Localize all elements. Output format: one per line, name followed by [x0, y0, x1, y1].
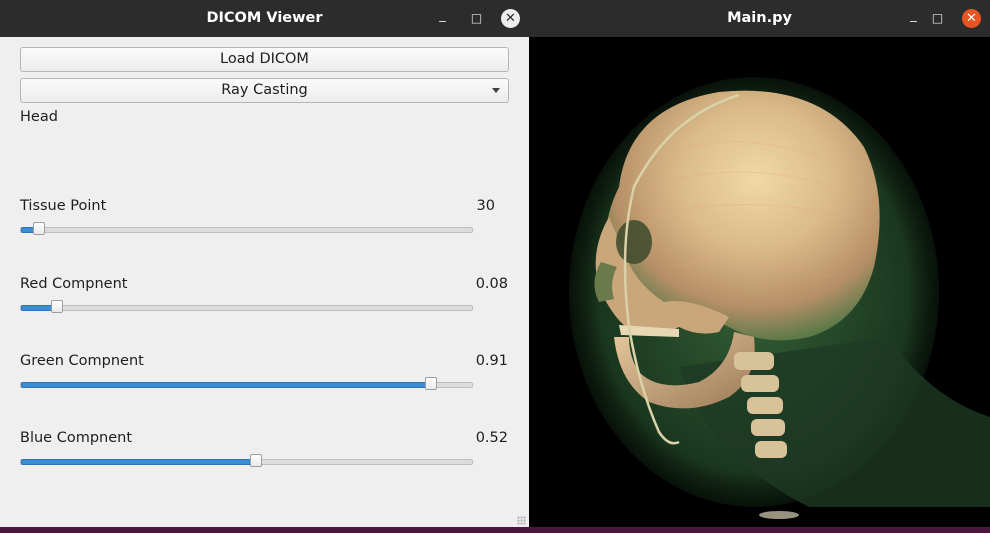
slider-fill — [21, 382, 434, 388]
red-component-slider[interactable] — [20, 300, 473, 313]
chevron-down-icon — [492, 88, 500, 93]
tissue-point-label: Tissue Point — [20, 198, 107, 214]
slider-handle[interactable] — [33, 222, 46, 235]
titlebar[interactable]: Main.py _ □ ✕ — [529, 0, 990, 37]
titlebar[interactable]: DICOM Viewer _ □ ✕ — [0, 0, 529, 37]
slider-fill — [21, 459, 258, 465]
blue-component-label: Blue Compnent — [20, 430, 133, 446]
slider-handle[interactable] — [425, 377, 438, 390]
tissue-point-slider[interactable] — [20, 222, 473, 235]
blue-component-value: 0.52 — [475, 430, 508, 446]
render-mode-select[interactable]: Ray Casting — [20, 78, 509, 103]
render-window: Main.py _ □ ✕ — [529, 0, 990, 527]
minimize-icon[interactable]: _ — [433, 9, 452, 28]
load-dicom-button[interactable]: Load DICOM — [20, 47, 509, 72]
skull-volume-rendering — [569, 77, 990, 519]
dataset-label: Head — [20, 109, 58, 125]
close-icon[interactable]: ✕ — [962, 9, 981, 28]
red-component-label: Red Compnent — [20, 276, 128, 292]
slider-handle[interactable] — [249, 454, 262, 467]
volume-render-viewport[interactable] — [529, 37, 990, 527]
green-component-slider[interactable] — [20, 377, 473, 390]
maximize-icon[interactable]: □ — [467, 9, 486, 28]
green-component-value: 0.91 — [475, 353, 508, 369]
slider-handle[interactable] — [51, 300, 64, 313]
resize-grip-icon[interactable] — [517, 516, 526, 525]
control-panel: Load DICOM Ray Casting Head Tissue Point… — [0, 37, 529, 527]
tissue-point-value: 30 — [476, 198, 495, 214]
dicom-viewer-window: DICOM Viewer _ □ ✕ Load DICOM Ray Castin… — [0, 0, 529, 527]
desktop-background — [0, 527, 990, 533]
render-mode-value: Ray Casting — [221, 82, 308, 98]
green-component-label: Green Compnent — [20, 353, 144, 369]
blue-component-slider[interactable] — [20, 454, 473, 467]
close-icon[interactable]: ✕ — [501, 9, 520, 28]
minimize-icon[interactable]: _ — [904, 9, 923, 28]
red-component-value: 0.08 — [475, 276, 508, 292]
maximize-icon[interactable]: □ — [928, 9, 947, 28]
